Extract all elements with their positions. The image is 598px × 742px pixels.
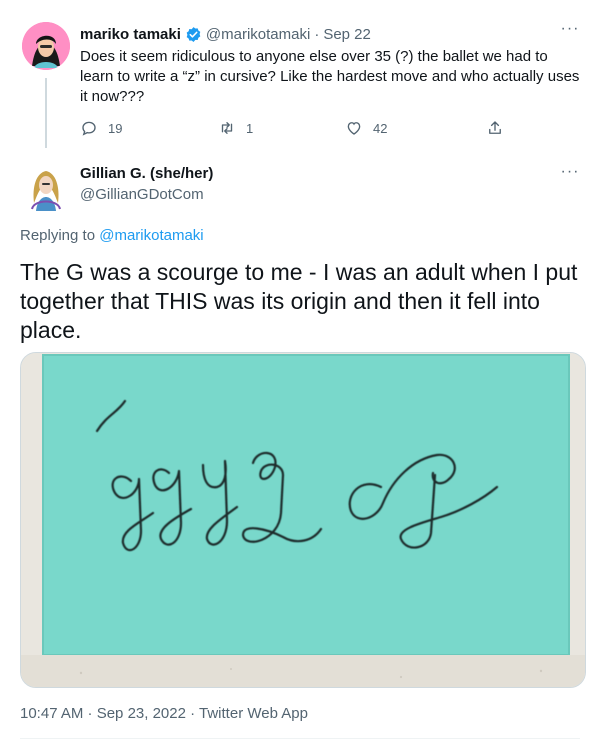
parent-author-name[interactable]: mariko tamaki [80,26,181,43]
more-icon[interactable]: ··· [560,164,580,183]
reply-icon [82,121,96,136]
share-button[interactable] [486,118,514,138]
like-count: 42 [373,120,388,136]
retweet-icon [221,122,233,134]
retweet-count: 1 [246,120,254,136]
main-author-name[interactable]: Gillian G. (she/her) [80,165,213,182]
like-button[interactable]: 42 [345,118,387,138]
thread-connector-line [45,78,47,148]
reply-button[interactable]: 19 [80,118,122,138]
reply-count: 19 [108,120,123,136]
avatar-gillian[interactable] [22,163,70,211]
tweet-timestamp[interactable]: 10:47 AM · Sep 23, 2022 · Twitter Web Ap… [20,705,308,722]
tweet-image[interactable] [20,352,586,688]
parent-tweet-text: Does it seem ridiculous to anyone else o… [80,48,580,105]
divider [20,738,580,739]
main-tweet-text: The G was a scourge to me - I was an adu… [20,259,578,343]
replying-to-handle-link[interactable]: @marikotamaki [99,227,203,244]
parent-tweet-date[interactable]: Sep 22 [323,26,371,43]
parent-author-handle[interactable]: @marikotamaki [206,26,310,43]
parent-tweet-header: mariko tamaki @marikotamaki · Sep 22 [80,24,371,44]
avatar-mariko[interactable] [22,22,70,70]
verified-badge-icon [186,26,201,42]
more-icon[interactable]: ··· [560,21,580,40]
replying-to: Replying to @marikotamaki [20,227,204,244]
like-icon [347,122,361,135]
main-author-handle[interactable]: @GillianGDotCom [80,186,204,203]
replying-to-label: Replying to [20,227,96,244]
retweet-button[interactable]: 1 [218,118,253,138]
separator-dot: · [314,25,320,43]
sticky-note-image [21,353,585,687]
share-icon [489,121,501,134]
